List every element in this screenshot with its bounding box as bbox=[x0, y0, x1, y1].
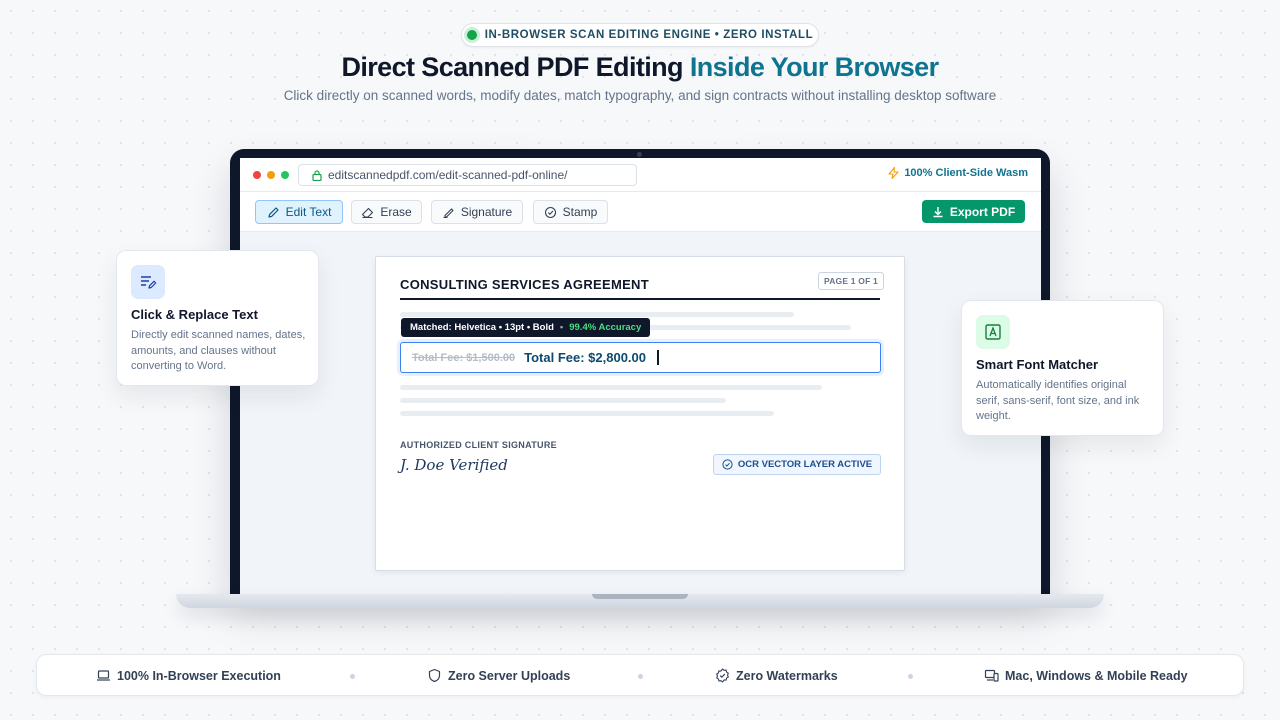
signature-button[interactable]: Signature bbox=[431, 200, 523, 224]
signature-value[interactable]: J. Doe Verified bbox=[400, 456, 508, 474]
click-replace-card: Click & Replace Text Directly edit scann… bbox=[116, 250, 319, 386]
tooltip-separator: • bbox=[559, 322, 564, 333]
replacement-value[interactable]: Total Fee: $2,800.00 bbox=[524, 350, 646, 365]
engine-badge-label: IN-BROWSER SCAN EDITING ENGINE • ZERO IN… bbox=[484, 29, 814, 41]
font-matcher-card: Smart Font Matcher Automatically identif… bbox=[961, 300, 1164, 436]
devices-icon bbox=[984, 669, 999, 682]
page-number-badge: PAGE 1 OF 1 bbox=[818, 272, 884, 290]
pencil-icon bbox=[267, 206, 279, 218]
ocr-status-badge: OCR VECTOR LAYER ACTIVE bbox=[713, 454, 881, 475]
laptop-icon bbox=[97, 670, 110, 681]
address-bar[interactable]: editscannedpdf.com/edit-scanned-pdf-onli… bbox=[298, 164, 637, 186]
lock-icon bbox=[312, 169, 322, 181]
ocr-status-label: OCR VECTOR LAYER ACTIVE bbox=[737, 459, 873, 470]
font-match-icon bbox=[976, 315, 1010, 349]
shield-icon bbox=[428, 668, 441, 683]
feature-cross-platform: Mac, Windows & Mobile Ready bbox=[984, 668, 1188, 683]
laptop-screen: editscannedpdf.com/edit-scanned-pdf-onli… bbox=[240, 158, 1041, 595]
editor-toolbar: Edit Text Erase Signature Stamp Export P… bbox=[240, 192, 1041, 232]
placeholder-text-line bbox=[400, 411, 774, 416]
page-title: Direct Scanned PDF Editing Inside Your B… bbox=[0, 52, 1280, 83]
window-maximize-dot[interactable] bbox=[281, 171, 289, 179]
card-description: Directly edit scanned names, dates, amou… bbox=[131, 329, 306, 372]
feature-label: Mac, Windows & Mobile Ready bbox=[1005, 668, 1188, 683]
title-divider bbox=[400, 298, 880, 300]
document-title: CONSULTING SERVICES AGREEMENT bbox=[400, 277, 649, 292]
edit-text-label: Edit Text bbox=[285, 205, 332, 219]
page-title-accent: Inside Your Browser bbox=[689, 52, 939, 82]
placeholder-text-line bbox=[400, 312, 794, 317]
feature-label: Zero Watermarks bbox=[736, 668, 838, 683]
feature-separator-dot bbox=[638, 674, 643, 679]
status-dot-icon bbox=[466, 30, 477, 40]
download-icon bbox=[933, 206, 943, 217]
window-minimize-dot[interactable] bbox=[267, 171, 275, 179]
feature-in-browser: 100% In-Browser Execution bbox=[96, 668, 281, 683]
wasm-badge-label: 100% Client-Side Wasm bbox=[904, 167, 1028, 179]
tooltip-match-text: Matched: Helvetica • 13pt • Bold bbox=[410, 322, 554, 333]
font-match-tooltip: Matched: Helvetica • 13pt • Bold • 99.4%… bbox=[401, 318, 651, 337]
stamp-label: Stamp bbox=[562, 205, 598, 219]
feature-label: Zero Server Uploads bbox=[448, 668, 571, 683]
signature-field-label: AUTHORIZED CLIENT SIGNATURE bbox=[400, 440, 557, 450]
stamp-button[interactable]: Stamp bbox=[533, 200, 608, 224]
eraser-icon bbox=[362, 207, 374, 218]
feature-separator-dot bbox=[350, 674, 355, 679]
original-value: Total Fee: $1,500.00 bbox=[412, 351, 516, 364]
page-subtitle: Click directly on scanned words, modify … bbox=[283, 88, 997, 103]
card-title: Click & Replace Text bbox=[131, 307, 258, 322]
stamp-check-icon bbox=[544, 206, 556, 218]
document-page: CONSULTING SERVICES AGREEMENT PAGE 1 OF … bbox=[375, 256, 905, 571]
window-close-dot[interactable] bbox=[253, 171, 261, 179]
card-description: Automatically identifies original serif,… bbox=[976, 379, 1140, 422]
placeholder-text-line bbox=[400, 385, 822, 390]
export-pdf-button[interactable]: Export PDF bbox=[922, 200, 1025, 223]
text-edit-field[interactable]: Total Fee: $1,500.00 Total Fee: $2,800.0… bbox=[400, 342, 881, 373]
erase-label: Erase bbox=[380, 205, 412, 219]
text-edit-icon bbox=[131, 265, 165, 299]
engine-badge: IN-BROWSER SCAN EDITING ENGINE • ZERO IN… bbox=[461, 23, 819, 47]
feature-separator-dot bbox=[908, 674, 913, 679]
edit-text-button[interactable]: Edit Text bbox=[255, 200, 343, 224]
verified-badge-icon bbox=[716, 668, 729, 683]
browser-chrome: editscannedpdf.com/edit-scanned-pdf-onli… bbox=[240, 158, 1041, 192]
feature-strip: 100% In-Browser Execution Zero Server Up… bbox=[36, 654, 1244, 696]
signature-pen-icon bbox=[443, 207, 454, 218]
export-pdf-label: Export PDF bbox=[949, 204, 1016, 219]
placeholder-text-line bbox=[400, 398, 726, 403]
text-caret bbox=[657, 350, 659, 365]
check-circle-icon bbox=[722, 459, 733, 470]
wasm-badge: 100% Client-Side Wasm bbox=[888, 167, 1028, 179]
tooltip-accuracy: 99.4% Accuracy bbox=[569, 322, 642, 333]
page-title-main: Direct Scanned PDF Editing bbox=[341, 52, 683, 82]
card-title: Smart Font Matcher bbox=[976, 357, 1099, 372]
feature-zero-watermarks: Zero Watermarks bbox=[715, 668, 838, 683]
erase-button[interactable]: Erase bbox=[351, 200, 422, 224]
address-url: editscannedpdf.com/edit-scanned-pdf-onli… bbox=[328, 168, 568, 182]
feature-zero-uploads: Zero Server Uploads bbox=[427, 668, 570, 683]
laptop-camera bbox=[637, 152, 642, 157]
lightning-icon bbox=[888, 167, 899, 179]
signature-label: Signature bbox=[460, 205, 513, 219]
laptop-base-notch bbox=[592, 594, 688, 599]
feature-label: 100% In-Browser Execution bbox=[117, 668, 281, 683]
